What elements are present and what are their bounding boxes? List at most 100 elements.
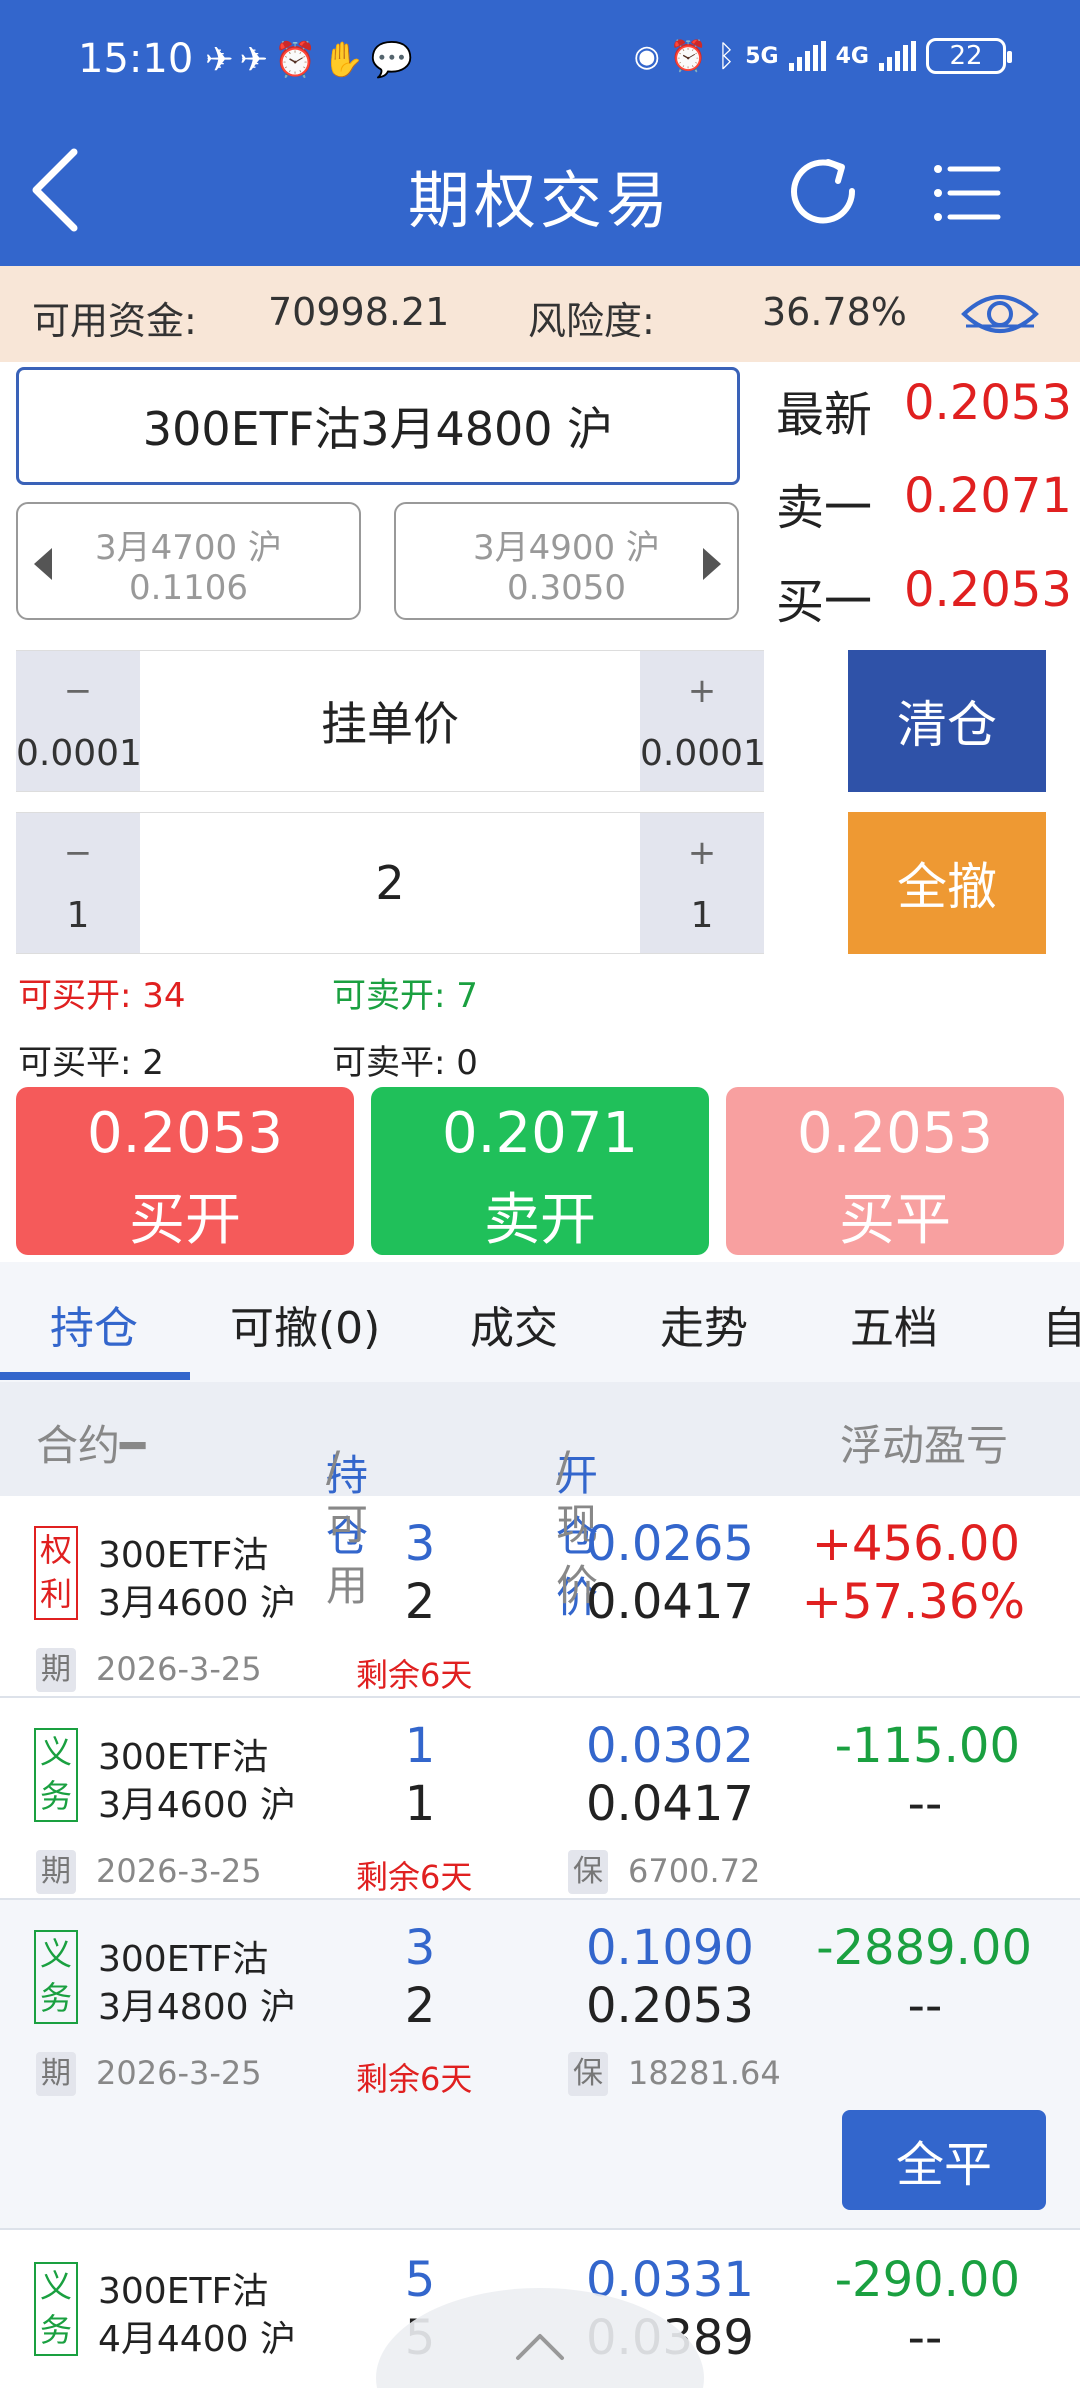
expiry-date: 2026-3-25 <box>96 1852 262 1890</box>
tab-cancelable[interactable]: 可撤(0) <box>230 1292 380 1356</box>
bluetooth-icon: ᛒ <box>717 38 736 74</box>
plus-icon: + <box>687 833 717 873</box>
quantity-decrease-button[interactable]: − 1 <box>16 813 140 953</box>
sell-open-price: 0.2071 <box>442 1101 638 1166</box>
quote-buy1: 买一 0.2053 <box>776 562 1076 632</box>
next-contract-button[interactable]: 3月4900 沪 0.3050 <box>394 502 739 620</box>
position-type-badge: 权利 <box>34 1526 78 1620</box>
prev-contract-button[interactable]: 3月4700 沪 0.1106 <box>16 502 361 620</box>
app-header: 15:10 ✈✈⏰✋💬 ◉ ⏰ ᛒ 5G 4G 22 期权交易 <box>0 0 1080 266</box>
quantity-stepper: − 1 2 + 1 <box>16 812 764 954</box>
buy-open-button[interactable]: 0.2053 买开 <box>16 1087 354 1255</box>
margin-tag: 保 <box>568 1850 608 1894</box>
status-bar: 15:10 ✈✈⏰✋💬 ◉ ⏰ ᛒ 5G 4G 22 <box>0 0 1080 130</box>
position-available: 1 <box>404 1776 436 1832</box>
position-current-price: 0.0417 <box>586 1776 754 1832</box>
close-all-button[interactable]: 全平 <box>842 2110 1046 2210</box>
clear-position-button[interactable]: 清仓 <box>848 650 1046 792</box>
minus-icon: − <box>63 671 93 711</box>
list-menu-icon <box>934 165 1001 221</box>
position-available: 2 <box>404 1978 436 2034</box>
notification-icons: ✈✈⏰✋💬 <box>205 40 419 80</box>
margin-tag: 保 <box>568 2052 608 2096</box>
quantity-increase-button[interactable]: + 1 <box>640 813 764 953</box>
quote-latest: 最新 0.2053 <box>776 375 1076 445</box>
position-row[interactable]: 义务 300ETF沽 3月4600 沪 1 1 0.0302 0.0417 -1… <box>0 1698 1080 1900</box>
chevron-left-icon <box>32 148 78 232</box>
days-remaining: 剩余6天 <box>356 1656 473 1694</box>
position-pnl-percent: +57.36% <box>801 1574 1025 1630</box>
position-pnl: +456.00 <box>811 1516 1020 1572</box>
expiry-tag: 期 <box>36 1648 76 1692</box>
can-sell-close: 可卖平: 0 <box>332 1043 478 1083</box>
position-contract-line2: 3月4600 沪 <box>98 1785 296 1826</box>
position-contract-line2: 3月4800 沪 <box>98 1987 296 2028</box>
available-funds-value: 70998.21 <box>268 290 450 334</box>
status-right: ◉ ⏰ ᛒ 5G 4G 22 <box>633 38 1012 74</box>
contract-selector[interactable]: 300ETF沽3月4800 沪 <box>16 367 740 485</box>
tab-bar: 持仓 可撤(0) 成交 走势 五档 自 <box>0 1262 1080 1382</box>
quote-sell1: 卖一 0.2071 <box>776 468 1076 538</box>
price-increase-button[interactable]: + 0.0001 <box>640 651 766 791</box>
positions-header: 合约━ 持仓/可用 开仓价/现价 浮动盈亏 <box>0 1382 1080 1622</box>
quote-sell1-label: 卖一 <box>776 480 873 536</box>
tab-positions[interactable]: 持仓 <box>50 1292 138 1356</box>
refresh-button[interactable] <box>780 148 866 234</box>
order-price-input[interactable]: 挂单价 <box>140 651 640 791</box>
sell-open-label: 卖开 <box>484 1188 596 1253</box>
position-hold: 3 <box>404 1920 436 1976</box>
minus-icon: − <box>63 833 93 873</box>
prev-contract-name: 3月4700 沪 <box>95 528 282 568</box>
alarm-icon: ⏰ <box>669 38 708 74</box>
toggle-visibility-button[interactable] <box>960 286 1040 342</box>
quantity-decrease-amount: 1 <box>66 895 90 936</box>
position-contract-line1: 300ETF沽 <box>98 2271 269 2312</box>
col-pnl: 浮动盈亏 <box>840 1421 1009 1470</box>
refresh-icon <box>791 159 856 224</box>
position-open-price: 0.0302 <box>586 1718 754 1774</box>
buy-close-button[interactable]: 0.2053 买平 <box>726 1087 1064 1255</box>
position-hold: 1 <box>404 1718 436 1774</box>
quantity-input[interactable]: 2 <box>140 813 640 953</box>
battery-icon: 22 <box>926 38 1012 74</box>
buy-close-label: 买平 <box>839 1188 951 1253</box>
col-contract[interactable]: 合约━ <box>36 1412 145 1473</box>
fund-bar: 可用资金: 70998.21 风险度: 36.78% <box>0 266 1080 362</box>
position-open-price: 0.1090 <box>586 1920 754 1976</box>
position-pnl: -290.00 <box>834 2252 1020 2308</box>
eye-comfort-icon: ◉ <box>633 38 660 74</box>
quote-latest-value: 0.2053 <box>904 375 1072 431</box>
cancel-all-button[interactable]: 全撤 <box>848 812 1046 954</box>
margin-value: 6700.72 <box>628 1852 761 1890</box>
tab-trend[interactable]: 走势 <box>660 1292 748 1356</box>
tab-five-levels[interactable]: 五档 <box>850 1292 938 1356</box>
expiry-date: 2026-3-25 <box>96 1650 262 1688</box>
position-hold: 5 <box>404 2252 436 2308</box>
position-pnl-percent: -- <box>907 1776 943 1832</box>
chevron-up-icon <box>516 2334 564 2360</box>
menu-button[interactable] <box>930 155 1006 231</box>
plus-icon: + <box>687 671 717 711</box>
next-contract-name: 3月4900 沪 <box>473 528 660 568</box>
back-button[interactable] <box>24 140 94 240</box>
expiry-tag: 期 <box>36 1850 76 1894</box>
tab-custom[interactable]: 自 <box>1042 1292 1080 1356</box>
position-contract-line1: 300ETF沽 <box>98 1737 269 1778</box>
tab-trades[interactable]: 成交 <box>470 1292 558 1356</box>
signal-5g-label: 5G <box>745 43 779 69</box>
position-pnl-percent: -- <box>907 2310 943 2366</box>
position-contract-line2: 3月4600 沪 <box>98 1583 296 1624</box>
expiry-tag: 期 <box>36 2052 76 2096</box>
buy-close-price: 0.2053 <box>797 1101 993 1166</box>
quote-buy1-value: 0.2053 <box>904 562 1072 618</box>
status-time: 15:10 <box>78 36 194 82</box>
position-pnl-percent: -- <box>907 1978 943 2034</box>
price-stepper: − 0.0001 挂单价 + 0.0001 <box>16 650 766 792</box>
tab-active-underline <box>0 1372 190 1380</box>
position-row[interactable]: 权利 300ETF沽 3月4600 沪 3 2 0.0265 0.0417 +4… <box>0 1496 1080 1698</box>
next-contract-price: 0.3050 <box>507 568 626 608</box>
risk-label: 风险度: <box>528 299 655 343</box>
price-decrease-button[interactable]: − 0.0001 <box>16 651 142 791</box>
sell-open-button[interactable]: 0.2071 卖开 <box>371 1087 709 1255</box>
expiry-date: 2026-3-25 <box>96 2054 262 2092</box>
